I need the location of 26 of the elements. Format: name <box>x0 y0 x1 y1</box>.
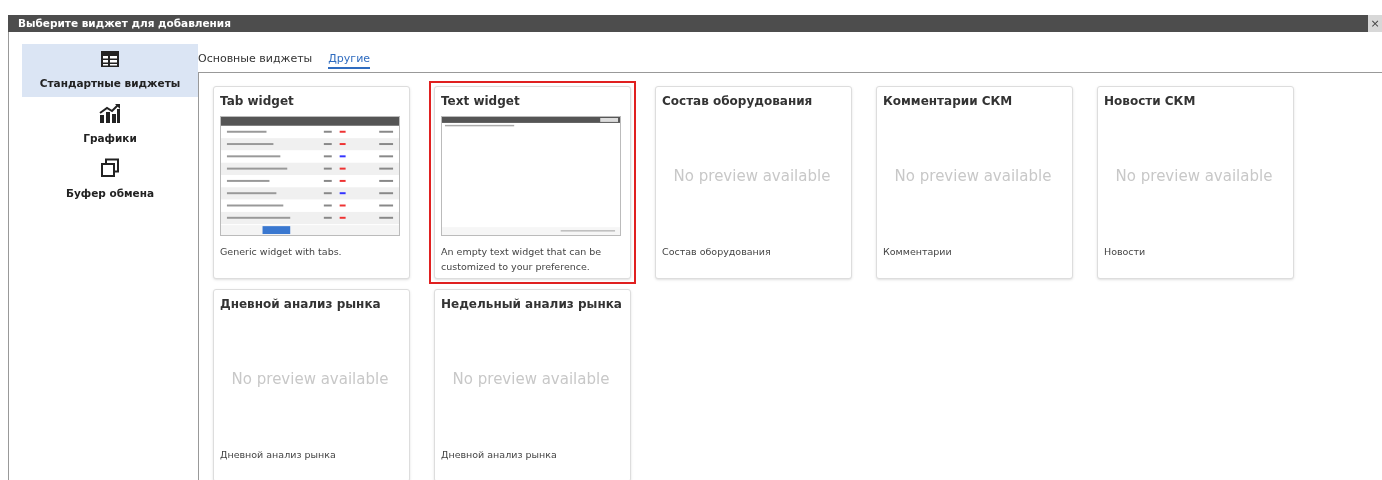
sidebar-item[interactable]: Графики <box>22 96 198 152</box>
widget-title: Дневной анализ рынка <box>220 296 382 313</box>
widget-description: Generic widget with tabs. <box>220 245 343 259</box>
widget-description: An empty text widget that can be customized to your preference. <box>441 245 603 274</box>
copy-icon <box>100 157 120 178</box>
widget-card[interactable]: Text widget An empty text widget that can be customized to your preference. <box>434 86 631 279</box>
widget-description: Дневной анализ рынка <box>441 448 558 462</box>
bar-chart-icon <box>99 102 121 123</box>
widget-title: Недельный анализ рынка <box>441 296 623 313</box>
tab[interactable]: Другие <box>328 51 371 69</box>
widget-title: Tab widget <box>220 93 295 110</box>
close-button[interactable]: × <box>1368 15 1382 32</box>
widget-description: Дневной анализ рынка <box>220 448 337 462</box>
dialog-title: Выберите виджет для добавления <box>17 15 231 31</box>
widget-description: Новости <box>1104 245 1147 259</box>
widget-title: Комментарии СКМ <box>883 93 1014 110</box>
widget-description: Состав оборудования <box>662 245 772 259</box>
sidebar-item[interactable]: Буфер обмена <box>22 151 198 207</box>
sidebar-item[interactable]: Стандартные виджеты <box>22 44 198 97</box>
table-icon <box>100 50 120 68</box>
widget-title: Text widget <box>441 93 521 110</box>
tab[interactable]: Основные виджеты <box>198 51 313 69</box>
widget-description: Комментарии <box>883 245 953 259</box>
widget-card[interactable]: Tab widget Generic widget with tabs. <box>213 86 410 279</box>
widget-title: Новости СКМ <box>1104 93 1197 110</box>
widget-title: Состав оборудования <box>662 93 814 110</box>
